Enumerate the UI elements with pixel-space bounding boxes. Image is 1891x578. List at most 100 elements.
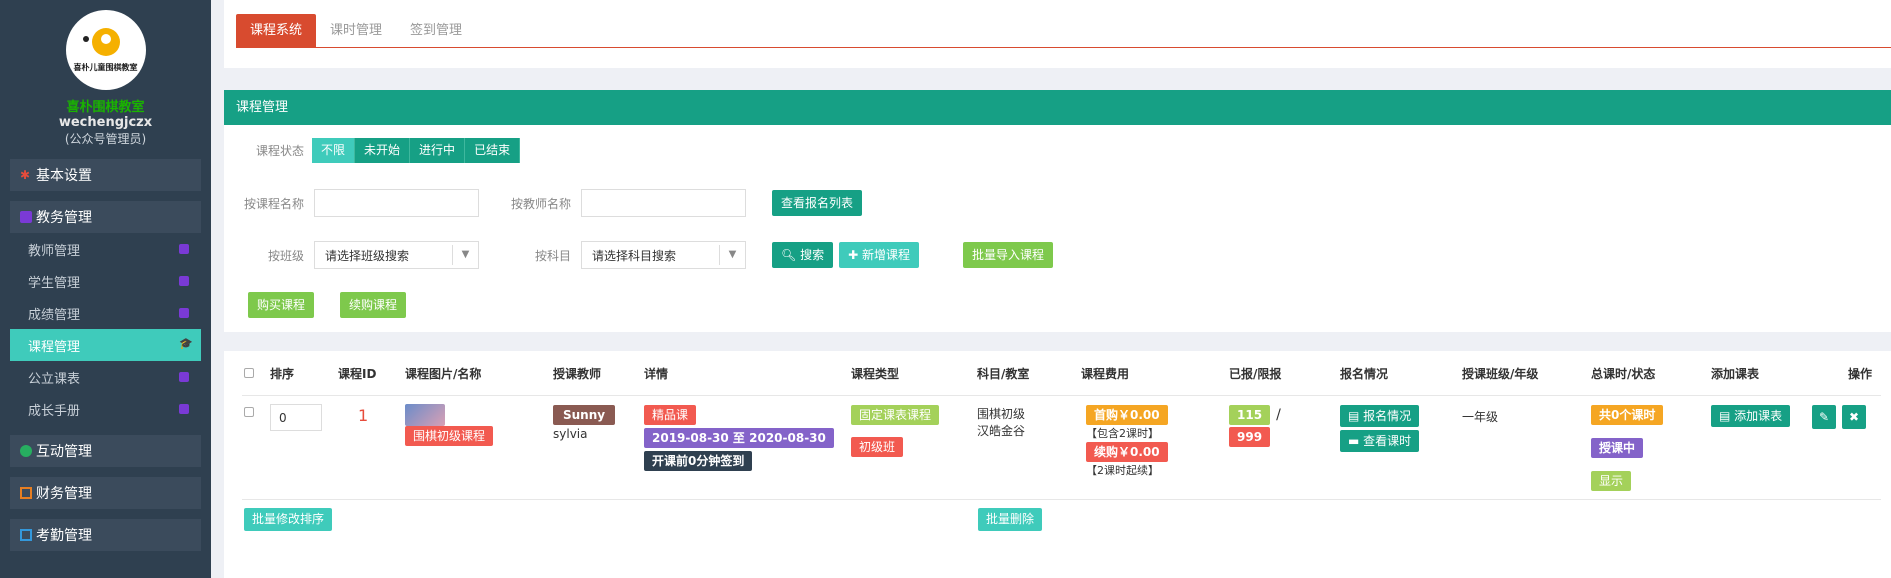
class-select[interactable]: 请选择班级搜索 ▼	[314, 241, 480, 269]
level-tag: 初级班	[851, 437, 904, 457]
limit-count: 999	[1229, 427, 1271, 447]
checkin-tag: 开课前0分钟签到	[644, 451, 753, 471]
signup-status-button[interactable]: ▤ 报名情况	[1340, 405, 1420, 427]
subject-label: 按科目	[535, 248, 572, 263]
sidebar-item-growth-handbook[interactable]: 成长手册	[10, 393, 201, 425]
renew-fee: 续购￥0.00	[1086, 442, 1168, 462]
sidebar: 喜朴儿童围棋教室 喜朴围棋教室 wechengjczx (公众号管理员) ✱ 基…	[0, 0, 211, 578]
teacher-name-input[interactable]	[581, 189, 747, 217]
col-signup: 报名情况	[1340, 367, 1389, 381]
menu-attendance[interactable]: 考勤管理	[10, 519, 201, 551]
col-class-grade: 授课班级/年级	[1462, 367, 1539, 381]
tab-checkin[interactable]: 签到管理	[396, 14, 476, 47]
tab-class-hours[interactable]: 课时管理	[316, 14, 396, 47]
batch-delete-button[interactable]: 批量删除	[978, 508, 1043, 531]
status-ended[interactable]: 已结束	[465, 138, 521, 163]
status-all[interactable]: 不限	[312, 138, 356, 163]
menu-label: 基本设置	[36, 168, 92, 184]
buy-course-button[interactable]: 购买课程	[248, 292, 315, 318]
col-detail: 详情	[644, 367, 669, 381]
menu-interaction[interactable]: 互动管理	[10, 435, 201, 467]
sidebar-item-label: 成绩管理	[28, 307, 81, 323]
sidebar-item-label: 教师管理	[28, 243, 81, 259]
state-tag: 授课中	[1591, 438, 1644, 458]
first-purchase-note: 【包含2课时】	[1086, 427, 1159, 440]
profile-block: 喜朴儿童围棋教室 喜朴围棋教室 wechengjczx (公众号管理员)	[0, 0, 211, 155]
col-teacher: 授课教师	[553, 367, 602, 381]
calendar-icon	[179, 372, 189, 382]
import-courses-button[interactable]: 批量导入课程	[962, 242, 1053, 268]
menu-label: 教务管理	[36, 210, 92, 226]
menu-academic[interactable]: 教务管理	[10, 201, 201, 233]
course-name-label: 按课程名称	[244, 196, 305, 211]
logo: 喜朴儿童围棋教室	[65, 10, 146, 90]
close-icon[interactable]: ✖	[1842, 405, 1866, 429]
filter-panel: 课程管理 课程状态 不限 未开始 进行中 已结束 按课程名称 按教师名称 查看报…	[224, 90, 1891, 332]
col-id: 课程ID	[338, 367, 377, 381]
col-subject-room: 科目/教室	[977, 367, 1030, 381]
sort-value: 0	[279, 411, 287, 425]
date-range-tag: 2019-08-30 至 2020-08-30	[644, 428, 834, 448]
class-label: 按班级	[268, 248, 305, 263]
grade-text: 一年级	[1462, 410, 1499, 424]
add-course-button[interactable]: ✚ 新增课程	[839, 242, 919, 268]
class-select-value: 请选择班级搜索	[325, 248, 410, 263]
chevron-down-icon: ▼	[452, 245, 478, 265]
edit-icon[interactable]: ✎	[1812, 405, 1836, 429]
gear-icon: ✱	[20, 168, 31, 182]
menu-basic-settings[interactable]: ✱ 基本设置	[10, 159, 201, 191]
status-in-progress[interactable]: 进行中	[410, 138, 466, 163]
teacher-tag: Sunny	[553, 405, 616, 425]
status-filter: 不限 未开始 进行中 已结束	[312, 138, 521, 163]
users-icon	[179, 276, 189, 286]
sort-input[interactable]: 0	[270, 404, 322, 431]
col-hours-status: 总课时/状态	[1591, 367, 1656, 381]
account-name: wechengjczx	[58, 115, 153, 130]
course-type-tag: 固定课表课程	[851, 405, 940, 425]
view-hours-button[interactable]: ▬ 查看课时	[1340, 430, 1420, 452]
col-type: 课程类型	[851, 367, 900, 381]
signup-status-label: 报名情况	[1363, 409, 1412, 423]
renew-course-button[interactable]: 续购课程	[340, 292, 407, 318]
room-text: 汉皓金谷	[977, 424, 1026, 438]
view-signup-list-button[interactable]: 查看报名列表	[772, 190, 863, 216]
subject-select[interactable]: 请选择科目搜索 ▼	[581, 241, 747, 269]
col-add-schedule: 添加课表	[1711, 367, 1760, 381]
status-not-started[interactable]: 未开始	[355, 138, 411, 163]
add-schedule-button[interactable]: ▤ 添加课表	[1711, 405, 1791, 427]
menu-finance[interactable]: 财务管理	[10, 477, 201, 509]
tabs-panel: 课程系统 课时管理 签到管理	[224, 0, 1891, 68]
add-schedule-label: 添加课表	[1734, 409, 1783, 423]
sidebar-item-label: 课程管理	[28, 339, 81, 355]
tab-course-system[interactable]: 课程系统	[236, 14, 317, 47]
show-toggle[interactable]: 显示	[1591, 471, 1632, 491]
view-hours-label: 查看课时	[1363, 434, 1412, 448]
menu-label: 互动管理	[36, 444, 92, 460]
search-button[interactable]: 🔍︎ 搜索	[772, 242, 834, 268]
sidebar-item-grades[interactable]: 成绩管理	[10, 297, 201, 329]
course-name-input[interactable]	[314, 189, 480, 217]
sidebar-item-courses[interactable]: 课程管理 🎓	[10, 329, 201, 361]
enrolled-separator: /	[1276, 407, 1281, 423]
select-all-checkbox[interactable]	[244, 365, 254, 378]
graduation-cap-icon: 🎓	[179, 337, 193, 350]
course-name-tag: 围棋初级课程	[405, 426, 494, 446]
tab-bar: 课程系统 课时管理 签到管理	[236, 14, 1891, 48]
sidebar-item-public-schedule[interactable]: 公立课表	[10, 361, 201, 393]
batch-sort-button[interactable]: 批量修改排序	[244, 508, 333, 531]
sidebar-item-students[interactable]: 学生管理	[10, 265, 201, 297]
total-hours-tag: 共0个课时	[1591, 405, 1664, 425]
enrolled-count: 115	[1229, 405, 1271, 425]
col-actions: 操作	[1848, 367, 1873, 381]
renew-note: 【2课时起续】	[1086, 464, 1159, 477]
subject-text: 围棋初级	[977, 407, 1026, 421]
book-icon	[20, 211, 32, 223]
course-thumbnail	[405, 404, 445, 426]
col-fee: 课程费用	[1081, 367, 1130, 381]
sidebar-item-teachers[interactable]: 教师管理	[10, 233, 201, 265]
course-id: 1	[358, 406, 369, 425]
card-icon: ▬	[1348, 434, 1360, 448]
search-icon: 🔍︎	[781, 248, 797, 262]
row-checkbox[interactable]	[244, 407, 254, 417]
status-label: 课程状态	[256, 144, 305, 158]
